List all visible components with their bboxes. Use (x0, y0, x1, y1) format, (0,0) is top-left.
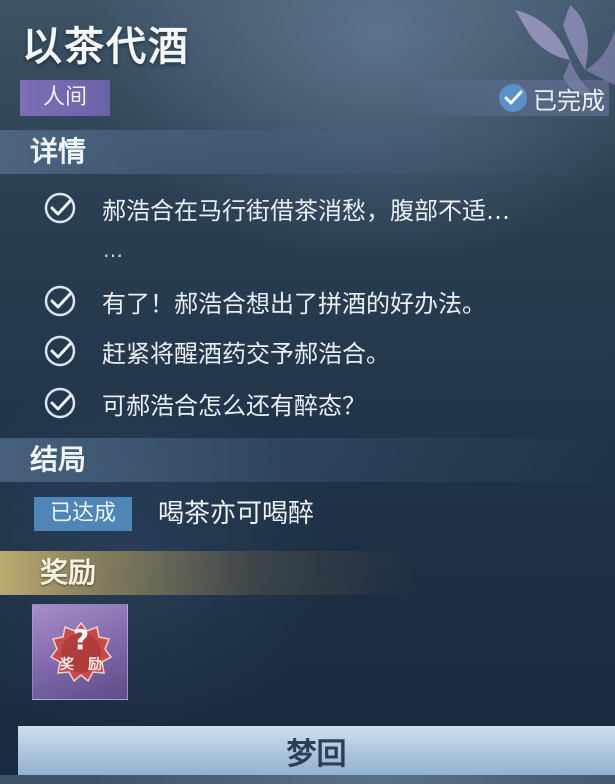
status-completed: 已完成 (407, 80, 609, 116)
status-label: 已完成 (533, 86, 605, 115)
ending-achieved-badge: 已达成 (34, 497, 132, 531)
svg-text:?: ? (73, 623, 89, 656)
task-text: 有了！郝浩合想出了拼酒的好办法。 (102, 289, 486, 318)
reward-char-2: 励 (88, 657, 102, 673)
dream-return-button[interactable]: 梦回 (18, 726, 615, 775)
check-circle-icon (499, 84, 527, 112)
details-heading: 详情 (30, 135, 87, 168)
task-text: 可郝浩合怎么还有醉态？ (102, 391, 366, 420)
task-item-2: 有了！郝浩合想出了拼酒的好办法。 (42, 283, 486, 319)
check-icon (44, 285, 76, 317)
check-icon (44, 335, 76, 367)
ending-heading: 结局 (30, 443, 87, 476)
reward-mystery-icon: ? 奖 励 (49, 621, 113, 683)
task-text: 郝浩合在马行街借茶消愁，腹部不适… (102, 196, 510, 225)
task-item-4: 可郝浩合怎么还有醉态？ (42, 385, 366, 421)
details-band (0, 130, 615, 174)
realm-tag: 人间 (20, 80, 110, 116)
check-icon (44, 192, 76, 224)
reward-item-slot[interactable]: ? 奖 励 (32, 604, 128, 700)
check-icon (44, 387, 76, 419)
task-item-1: 郝浩合在马行街借茶消愁，腹部不适… (42, 190, 510, 226)
task-continuation: … (103, 238, 123, 262)
ending-band (0, 438, 615, 482)
quest-title: 以茶代酒 (22, 24, 190, 70)
task-item-3: 赶紧将醒酒药交予郝浩合。 (42, 333, 390, 369)
reward-char-1: 奖 (60, 656, 75, 673)
ending-name: 喝茶亦可喝醉 (158, 499, 315, 529)
reward-heading: 奖励 (40, 556, 97, 589)
task-text: 赶紧将醒酒药交予郝浩合。 (102, 339, 390, 368)
